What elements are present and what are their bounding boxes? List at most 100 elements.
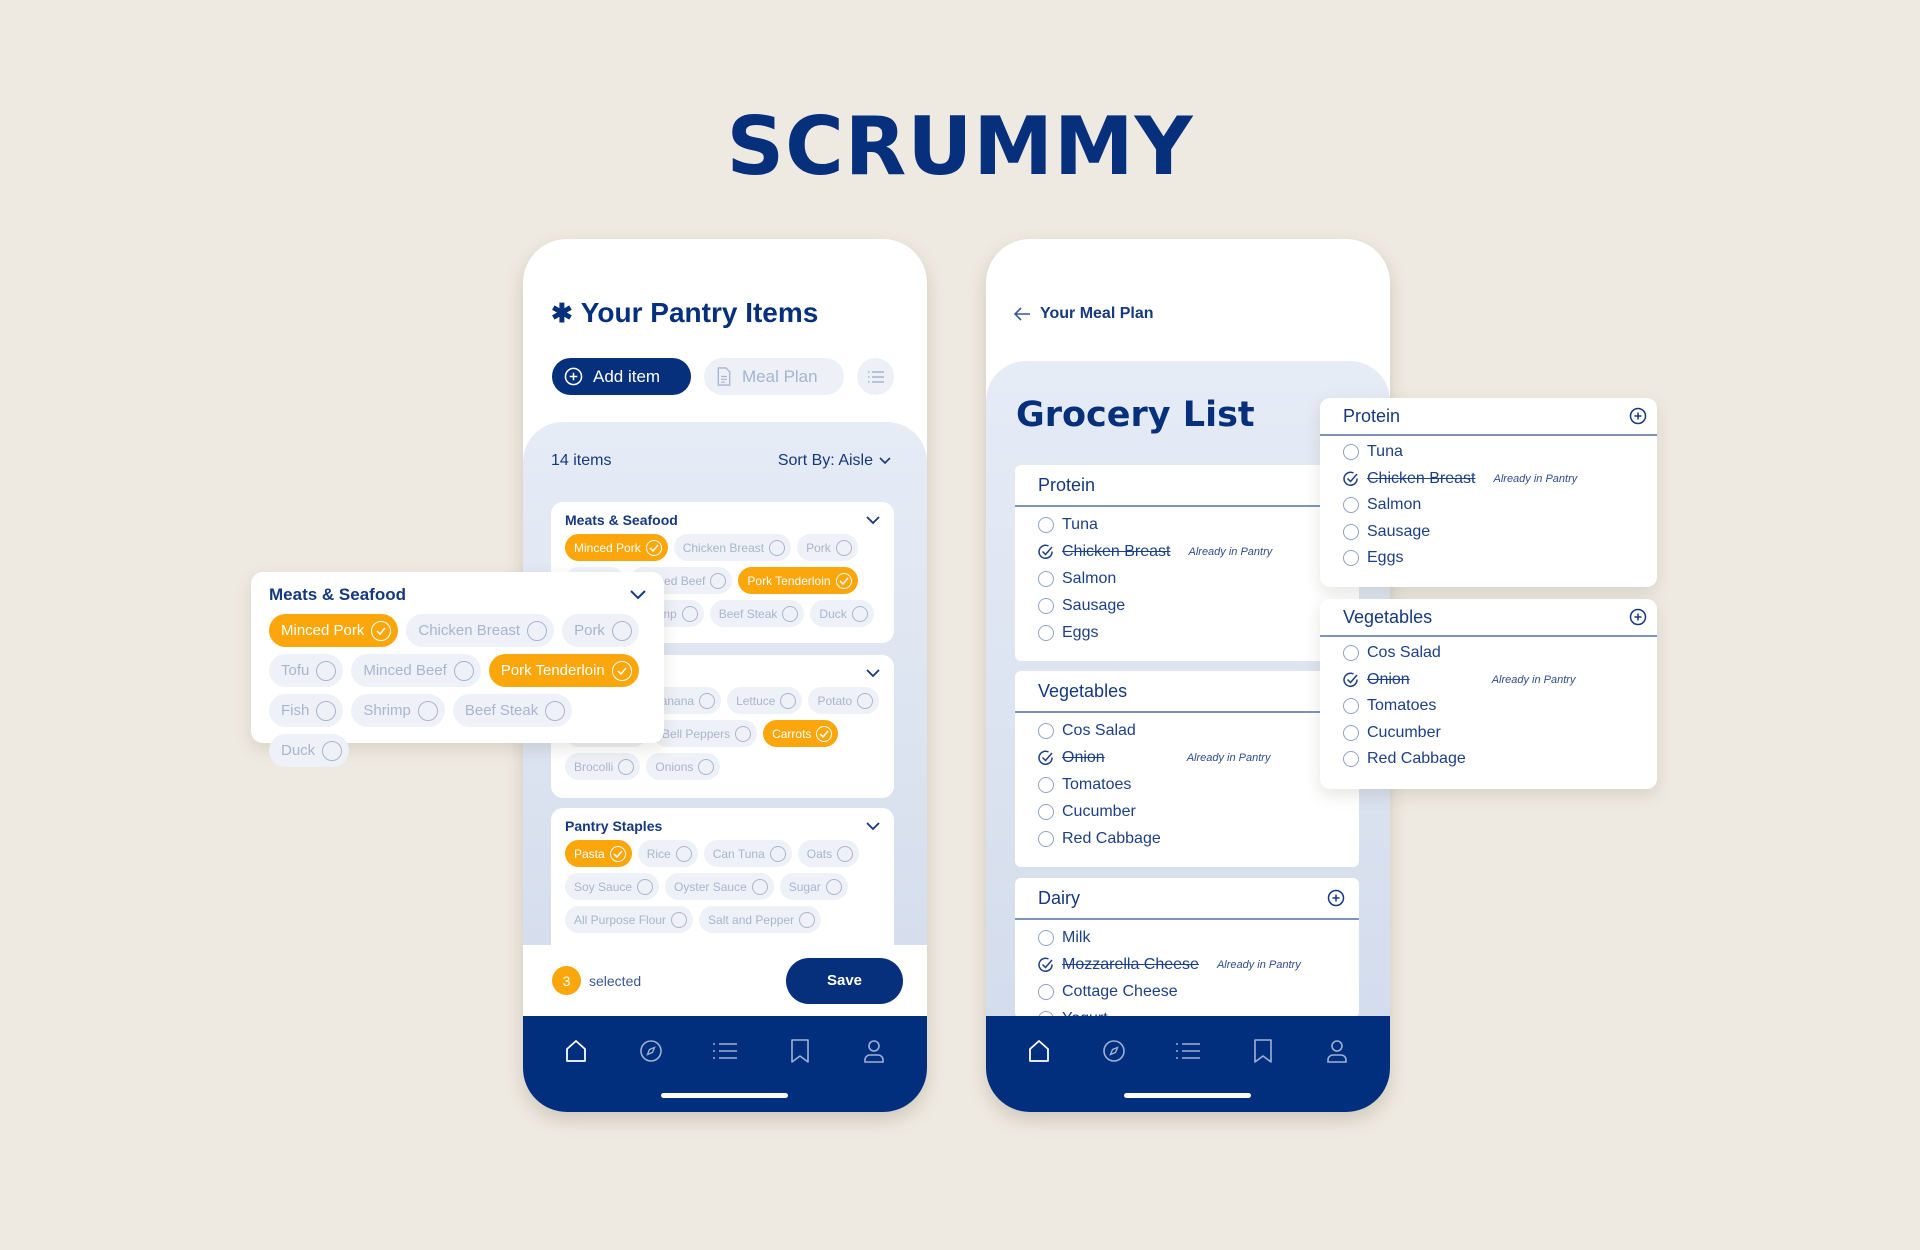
- pantry-chip[interactable]: Minced Pork: [565, 534, 668, 561]
- pantry-chip[interactable]: Duck: [269, 734, 350, 767]
- checked-circle-icon[interactable]: [1038, 957, 1054, 973]
- category-header[interactable]: Meats & Seafood: [565, 512, 880, 528]
- pantry-chip[interactable]: Minced Beef: [351, 654, 481, 687]
- grocery-item[interactable]: Onion Already in Pantry: [1343, 667, 1634, 694]
- save-button[interactable]: Save: [786, 957, 903, 1004]
- pantry-chip[interactable]: Carrots: [763, 720, 839, 747]
- pantry-chip[interactable]: Oyster Sauce: [665, 873, 774, 900]
- pantry-chip[interactable]: Pork: [562, 614, 639, 647]
- empty-circle-icon[interactable]: [1038, 983, 1054, 1000]
- pantry-chip[interactable]: Lettuce: [727, 687, 803, 714]
- grocery-item[interactable]: Salmon: [1038, 565, 1336, 592]
- empty-circle-icon[interactable]: [1343, 550, 1359, 567]
- empty-circle-icon[interactable]: [1343, 444, 1359, 461]
- grocery-item[interactable]: Cos Salad: [1038, 717, 1336, 744]
- explore-icon[interactable]: [1101, 1038, 1127, 1064]
- empty-circle-icon[interactable]: [1038, 624, 1054, 641]
- empty-circle-icon[interactable]: [1038, 570, 1054, 587]
- pantry-chip[interactable]: Chicken Breast: [406, 614, 555, 647]
- grocery-item[interactable]: Cos Salad: [1343, 640, 1634, 667]
- empty-circle-icon[interactable]: [1343, 724, 1359, 741]
- bookmark-icon[interactable]: [1250, 1038, 1276, 1064]
- home-icon[interactable]: [1026, 1038, 1052, 1064]
- list-icon[interactable]: [1175, 1038, 1201, 1064]
- grocery-item[interactable]: Cottage Cheese: [1038, 978, 1336, 1005]
- add-circle-icon[interactable]: [1629, 608, 1647, 626]
- checked-circle-icon[interactable]: [1343, 471, 1359, 487]
- empty-circle-icon[interactable]: [1343, 645, 1359, 662]
- pantry-chip[interactable]: Beef Steak: [709, 600, 805, 627]
- profile-icon[interactable]: [861, 1038, 887, 1064]
- brand-title: SCRUMMY: [726, 100, 1194, 193]
- pantry-chip[interactable]: Soy Sauce: [565, 873, 660, 900]
- grocery-item[interactable]: Tomatoes: [1038, 771, 1336, 798]
- empty-circle-icon[interactable]: [1038, 803, 1054, 820]
- pantry-chip[interactable]: Oats: [797, 840, 860, 867]
- grocery-item[interactable]: Salmon: [1343, 492, 1634, 519]
- pantry-chip[interactable]: Shrimp: [351, 694, 445, 727]
- empty-circle-icon[interactable]: [1343, 497, 1359, 514]
- grocery-item[interactable]: Red Cabbage: [1343, 746, 1634, 773]
- empty-circle-icon[interactable]: [1038, 722, 1054, 739]
- add-circle-icon[interactable]: [1327, 889, 1345, 907]
- pantry-chip[interactable]: Potato: [808, 687, 880, 714]
- grocery-item[interactable]: Onion Already in Pantry: [1038, 744, 1336, 771]
- empty-circle-icon[interactable]: [1038, 830, 1054, 847]
- grocery-item[interactable]: Eggs: [1038, 619, 1336, 646]
- pantry-chip[interactable]: Salt and Pepper: [699, 906, 822, 933]
- pantry-chip[interactable]: Duck: [810, 600, 874, 627]
- pantry-chip[interactable]: Pork Tenderloin: [738, 567, 858, 594]
- pantry-chip[interactable]: Beef Steak: [452, 694, 573, 727]
- grocery-item[interactable]: Sausage: [1038, 592, 1336, 619]
- empty-circle-icon[interactable]: [1343, 698, 1359, 715]
- pantry-chip[interactable]: Sugar: [779, 873, 848, 900]
- empty-circle-icon[interactable]: [1343, 751, 1359, 768]
- add-item-button[interactable]: Add item: [552, 358, 691, 395]
- pantry-chip[interactable]: Chicken Breast: [673, 534, 792, 561]
- empty-circle-icon[interactable]: [1343, 523, 1359, 540]
- list-view-button[interactable]: [857, 358, 894, 395]
- grocery-item[interactable]: Tuna: [1038, 511, 1336, 538]
- pantry-chip[interactable]: Rice: [637, 840, 698, 867]
- grocery-item[interactable]: Chicken Breast Already in Pantry: [1343, 466, 1634, 493]
- grocery-item[interactable]: Tomatoes: [1343, 693, 1634, 720]
- meal-plan-button[interactable]: Meal Plan: [704, 358, 844, 395]
- pantry-chip[interactable]: All Purpose Flour: [565, 906, 694, 933]
- grocery-item[interactable]: Chicken Breast Already in Pantry: [1038, 538, 1336, 565]
- pantry-chip[interactable]: Can Tuna: [703, 840, 792, 867]
- empty-circle-icon[interactable]: [1038, 516, 1054, 533]
- pantry-chip[interactable]: Pork: [797, 534, 858, 561]
- empty-circle-icon[interactable]: [1038, 776, 1054, 793]
- grocery-item[interactable]: Eggs: [1343, 545, 1634, 572]
- profile-icon[interactable]: [1324, 1038, 1350, 1064]
- pantry-chip[interactable]: Onions: [646, 753, 721, 780]
- checked-circle-icon[interactable]: [1038, 750, 1054, 766]
- grocery-item[interactable]: Mozzarella Cheese Already in Pantry: [1038, 951, 1336, 978]
- grocery-item[interactable]: Cucumber: [1038, 798, 1336, 825]
- sort-dropdown[interactable]: Sort By: Aisle: [778, 452, 891, 470]
- pantry-chip[interactable]: Fish: [269, 694, 344, 727]
- section-title: Dairy: [1038, 887, 1081, 908]
- category-header[interactable]: Pantry Staples: [565, 818, 880, 834]
- list-icon[interactable]: [712, 1038, 738, 1064]
- empty-circle-icon[interactable]: [1038, 597, 1054, 614]
- bookmark-icon[interactable]: [787, 1038, 813, 1064]
- grocery-item[interactable]: Cucumber: [1343, 720, 1634, 747]
- grocery-item[interactable]: Tuna: [1343, 439, 1634, 466]
- grocery-item[interactable]: Milk: [1038, 924, 1336, 951]
- pantry-chip[interactable]: Pork Tenderloin: [488, 654, 639, 687]
- pantry-chip[interactable]: Bell Peppers: [653, 720, 758, 747]
- add-circle-icon[interactable]: [1629, 407, 1647, 425]
- home-icon[interactable]: [563, 1038, 589, 1064]
- checked-circle-icon[interactable]: [1343, 672, 1359, 688]
- pantry-chip[interactable]: Pasta: [565, 840, 632, 867]
- explore-icon[interactable]: [638, 1038, 664, 1064]
- checked-circle-icon[interactable]: [1038, 544, 1054, 560]
- empty-circle-icon[interactable]: [1038, 929, 1054, 946]
- back-to-meal-plan-link[interactable]: Your Meal Plan: [1014, 305, 1154, 323]
- pantry-chip[interactable]: Minced Pork: [269, 614, 399, 647]
- pantry-chip[interactable]: Tofu: [269, 654, 344, 687]
- grocery-item[interactable]: Sausage: [1343, 519, 1634, 546]
- grocery-item[interactable]: Red Cabbage: [1038, 825, 1336, 852]
- category-header[interactable]: Meats & Seafood: [269, 585, 646, 605]
